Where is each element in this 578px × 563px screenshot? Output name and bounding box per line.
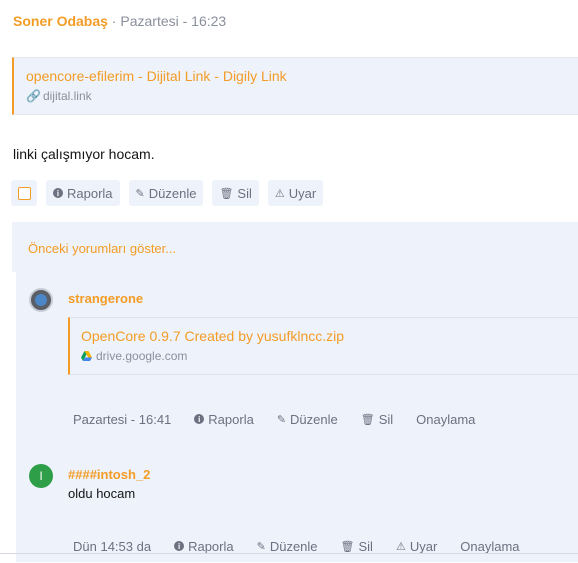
comment-text: oldu hocam	[68, 486, 136, 501]
edit-label: Düzenle	[148, 185, 197, 201]
edit-label: Düzenle	[269, 538, 318, 554]
report-button[interactable]: i Raporla	[46, 180, 120, 206]
comments-panel: Önceki yorumları göster... strangerone O…	[12, 222, 578, 562]
report-label: Raporla	[67, 185, 113, 201]
post-actions: i Raporla ✎ Düzenle 🗑 Sil ⚠ Uyar	[11, 180, 332, 206]
edit-label: Düzenle	[290, 411, 338, 427]
post-text: linki çalışmıyor hocam.	[13, 146, 155, 162]
approve-button[interactable]: Onaylama	[409, 406, 483, 432]
delete-label: Sil	[378, 411, 394, 427]
info-icon: i	[194, 414, 205, 424]
edit-button[interactable]: ✎ Düzenle	[249, 533, 325, 559]
checkbox-box[interactable]	[17, 186, 31, 200]
report-label: Raporla	[208, 411, 254, 427]
comment-actions: Dün 14:53 da i Raporla ✎ Düzenle 🗑 Sil ⚠ Uya…	[66, 533, 536, 559]
approve-button[interactable]: Onaylama	[453, 533, 527, 559]
link-domain-text: dijital.link	[42, 89, 92, 103]
comment-author[interactable]: ####intosh_2	[68, 467, 150, 482]
pencil-icon: ✎	[276, 413, 287, 426]
pencil-icon: ✎	[135, 187, 145, 200]
delete-label: Sil	[358, 538, 373, 554]
select-checkbox[interactable]	[11, 180, 37, 206]
comment-actions: Pazartesi - 16:41 i Raporla ✎ Düzenle 🗑 Sil…	[66, 406, 491, 432]
warning-icon: ⚠	[395, 540, 406, 553]
warn-label: Uyar	[288, 185, 317, 201]
meta-separator: ·	[107, 13, 121, 29]
divider	[0, 553, 578, 554]
delete-button[interactable]: 🗑 Sil	[333, 533, 380, 559]
post-header: Soner Odabaş · Pazartesi - 16:23	[13, 13, 226, 29]
link-title[interactable]: opencore-efilerim - Dijital Link - Digil…	[26, 68, 287, 84]
comment-link-domain-text: drive.google.com	[96, 349, 188, 363]
approve-label: Onaylama	[416, 411, 476, 427]
show-previous-comments-link[interactable]: Önceki yorumları göster...	[28, 241, 176, 256]
delete-button[interactable]: 🗑 Sil	[212, 180, 259, 206]
google-drive-icon	[81, 351, 92, 361]
report-button[interactable]: i Raporla	[167, 533, 241, 559]
trash-icon: 🗑	[219, 187, 234, 200]
info-icon: i	[53, 188, 63, 198]
comment-time: Pazartesi - 16:41	[66, 406, 179, 432]
delete-button[interactable]: 🗑 Sil	[353, 406, 401, 432]
warning-icon: ⚠	[274, 187, 285, 200]
report-button[interactable]: i Raporla	[187, 406, 261, 432]
avatar[interactable]: I	[29, 464, 53, 488]
warn-button[interactable]: ⚠ Uyar	[388, 533, 445, 559]
avatar-image	[35, 294, 47, 306]
comment-link-preview[interactable]: OpenCore 0.9.7 Created by yusufklncc.zip…	[68, 317, 578, 375]
comment-author[interactable]: strangerone	[68, 291, 143, 306]
avatar-letter: I	[39, 469, 43, 483]
pencil-icon: ✎	[256, 540, 266, 553]
post-author[interactable]: Soner Odabaş	[13, 13, 108, 29]
panel-divider	[12, 272, 16, 562]
trash-icon: 🗑	[360, 413, 375, 426]
info-icon: i	[174, 541, 185, 551]
comment-time-text: Pazartesi - 16:41	[73, 411, 172, 427]
comment-time: Dün 14:53 da	[66, 533, 159, 559]
link-domain: 🔗 dijital.link	[26, 89, 92, 103]
post-time: Pazartesi - 16:23	[120, 13, 227, 29]
warn-label: Uyar	[409, 538, 438, 554]
edit-button[interactable]: ✎ Düzenle	[128, 180, 204, 206]
report-label: Raporla	[188, 538, 234, 554]
link-preview-card[interactable]: opencore-efilerim - Dijital Link - Digil…	[12, 57, 578, 115]
edit-button[interactable]: ✎ Düzenle	[269, 406, 345, 432]
delete-label: Sil	[237, 185, 252, 201]
trash-icon: 🗑	[340, 540, 355, 553]
comment-time-text: Dün 14:53 da	[73, 538, 152, 554]
warn-button[interactable]: ⚠ Uyar	[267, 180, 324, 206]
approve-label: Onaylama	[460, 538, 520, 554]
avatar[interactable]	[29, 288, 53, 312]
comment-link-title[interactable]: OpenCore 0.9.7 Created by yusufklncc.zip	[81, 328, 344, 344]
link-icon: 🔗	[26, 89, 41, 103]
comment-link-domain: drive.google.com	[81, 349, 187, 363]
